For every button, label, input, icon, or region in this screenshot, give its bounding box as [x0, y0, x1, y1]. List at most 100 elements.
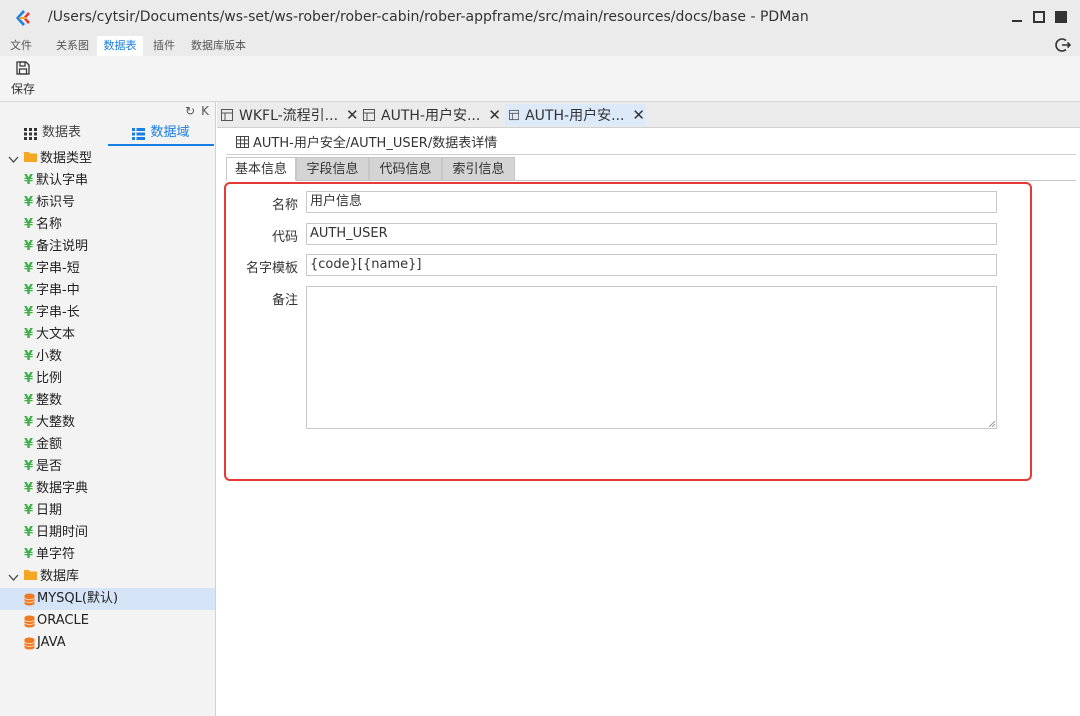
doc-tab-label: AUTH-用户安...	[525, 108, 625, 124]
tab-basic-info[interactable]: 基本信息	[226, 157, 296, 181]
tree-item[interactable]: ¥ 默认字串	[0, 170, 215, 192]
breadcrumb-text: AUTH-用户安全/AUTH_USER/数据表详情	[253, 136, 498, 151]
tree-item-label: 大整数	[36, 415, 76, 430]
doc-tab-auth-2[interactable]: AUTH-用户安... ✕	[505, 104, 645, 126]
tab-data-tables-label: 数据表	[42, 125, 82, 140]
tree-item[interactable]: ORACLE	[0, 610, 215, 632]
tree-item[interactable]: JAVA	[0, 632, 215, 654]
tree-item-label: ORACLE	[37, 613, 89, 628]
doc-tab-auth-1[interactable]: AUTH-用户安... ✕	[363, 104, 503, 126]
tab-code-info[interactable]: 代码信息	[369, 157, 442, 181]
toolbar: 保存	[0, 56, 1080, 102]
refresh-icon[interactable]: ↻	[185, 104, 195, 118]
tree-item[interactable]: ¥ 单字符	[0, 544, 215, 566]
tree-item[interactable]: ¥ 金额	[0, 434, 215, 456]
name-field[interactable]: 用户信息	[306, 191, 997, 213]
domain-icon: ¥	[24, 393, 34, 408]
domain-icon: ¥	[24, 503, 34, 518]
menu-plugins[interactable]: 插件	[149, 36, 179, 56]
tree-item-label: 整数	[36, 393, 63, 408]
domain-icon: ¥	[24, 415, 34, 430]
menu-relation-diagram[interactable]: 关系图	[52, 36, 93, 56]
save-icon	[16, 61, 30, 75]
chevron-down-icon[interactable]	[6, 148, 20, 170]
database-icon	[24, 593, 35, 606]
tree-item[interactable]: ¥ 标识号	[0, 192, 215, 214]
doc-tab-wkfl[interactable]: WKFL-流程引... ✕	[221, 104, 361, 126]
tree-item[interactable]: ¥ 字串-短	[0, 258, 215, 280]
left-panel-tools: ↻ K	[185, 104, 209, 118]
tree-item[interactable]: ¥ 备注说明	[0, 236, 215, 258]
minimize-button[interactable]	[1010, 10, 1024, 24]
tree-item-label: 字串-短	[36, 261, 80, 276]
name-label: 名称	[271, 198, 298, 213]
save-button[interactable]: 保存	[8, 60, 38, 100]
tree-group-label: 数据类型	[40, 151, 93, 166]
tree-item[interactable]: ¥ 日期	[0, 500, 215, 522]
doc-tab-label: WKFL-流程引...	[239, 108, 339, 124]
close-window-button[interactable]	[1054, 10, 1068, 24]
tree-item[interactable]: ¥ 比例	[0, 368, 215, 390]
window-title: /Users/cytsir/Documents/ws-set/ws-rober/…	[48, 9, 809, 25]
close-tab-icon[interactable]: ✕	[346, 106, 359, 124]
maximize-button[interactable]	[1032, 10, 1046, 24]
close-tab-icon[interactable]: ✕	[632, 106, 645, 124]
tree-item[interactable]: ¥ 整数	[0, 390, 215, 412]
tree-item-label: 默认字串	[36, 173, 89, 188]
database-icon	[24, 637, 35, 650]
grid-icon	[24, 128, 37, 140]
tree-item-label: 单字符	[36, 547, 76, 562]
menu-file[interactable]: 文件	[6, 36, 36, 56]
domain-icon: ¥	[24, 283, 34, 298]
tree-item-label: 小数	[36, 349, 63, 364]
table-icon	[363, 109, 375, 121]
remark-textarea[interactable]	[306, 286, 997, 429]
tree-group-databases[interactable]: 数据库	[0, 566, 215, 588]
table-icon	[221, 109, 233, 121]
tab-field-info[interactable]: 字段信息	[296, 157, 369, 181]
domain-icon: ¥	[24, 195, 34, 210]
tree-group-datatypes[interactable]: 数据类型	[0, 148, 215, 170]
close-tab-icon[interactable]: ✕	[488, 106, 501, 124]
tree-item-label: 是否	[36, 459, 63, 474]
domain-icon: ¥	[24, 459, 34, 474]
tree-item-label: 日期时间	[36, 525, 89, 540]
tree-item-label: MYSQL(默认)	[37, 591, 119, 606]
tree-item[interactable]: ¥ 大整数	[0, 412, 215, 434]
domain-tree: 数据类型 ¥ 默认字串 ¥ 标识号 ¥ 名称 ¥ 备注说明 ¥ 字串-短 ¥ 字串-中 ¥ 字串-长 ¥ 大文…	[0, 148, 215, 654]
tab-data-tables[interactable]: 数据表	[24, 124, 81, 146]
name-template-field[interactable]: {code}[{name}]	[306, 254, 997, 276]
menu-db-version[interactable]: 数据库版本	[187, 36, 250, 56]
domain-icon: ¥	[24, 305, 34, 320]
tree-item[interactable]: ¥ 字串-长	[0, 302, 215, 324]
breadcrumb: AUTH-用户安全/AUTH_USER/数据表详情	[236, 132, 497, 151]
tree-item[interactable]: ¥ 大文本	[0, 324, 215, 346]
table-icon	[236, 135, 249, 148]
tree-item[interactable]: ¥ 日期时间	[0, 522, 215, 544]
tree-item[interactable]: ¥ 是否	[0, 456, 215, 478]
remark-label: 备注	[271, 293, 298, 308]
domain-icon: ¥	[24, 261, 34, 276]
tab-data-domains[interactable]: 数据域	[108, 124, 214, 146]
tree-item[interactable]: MYSQL(默认)	[0, 588, 215, 610]
tree-item-label: 比例	[36, 371, 63, 386]
logout-icon[interactable]	[1054, 36, 1072, 54]
tab-index-info[interactable]: 索引信息	[442, 157, 515, 181]
tree-item[interactable]: ¥ 字串-中	[0, 280, 215, 302]
collapse-icon[interactable]: K	[201, 104, 209, 118]
tree-item-label: 大文本	[36, 327, 76, 342]
domain-icon: ¥	[24, 371, 34, 386]
divider	[226, 154, 1076, 155]
tree-item[interactable]: ¥ 名称	[0, 214, 215, 236]
tree-item[interactable]: ¥ 数据字典	[0, 478, 215, 500]
domain-icon: ¥	[24, 217, 34, 232]
resize-grip-icon[interactable]	[989, 421, 995, 427]
tree-item[interactable]: ¥ 小数	[0, 346, 215, 368]
domain-icon: ¥	[24, 481, 34, 496]
tree-group-label: 数据库	[40, 569, 80, 584]
folder-icon	[24, 566, 37, 588]
chevron-down-icon[interactable]	[6, 566, 20, 588]
menu-data-table[interactable]: 数据表	[97, 36, 143, 56]
code-field[interactable]: AUTH_USER	[306, 223, 997, 245]
pdman-logo-icon	[12, 8, 34, 28]
